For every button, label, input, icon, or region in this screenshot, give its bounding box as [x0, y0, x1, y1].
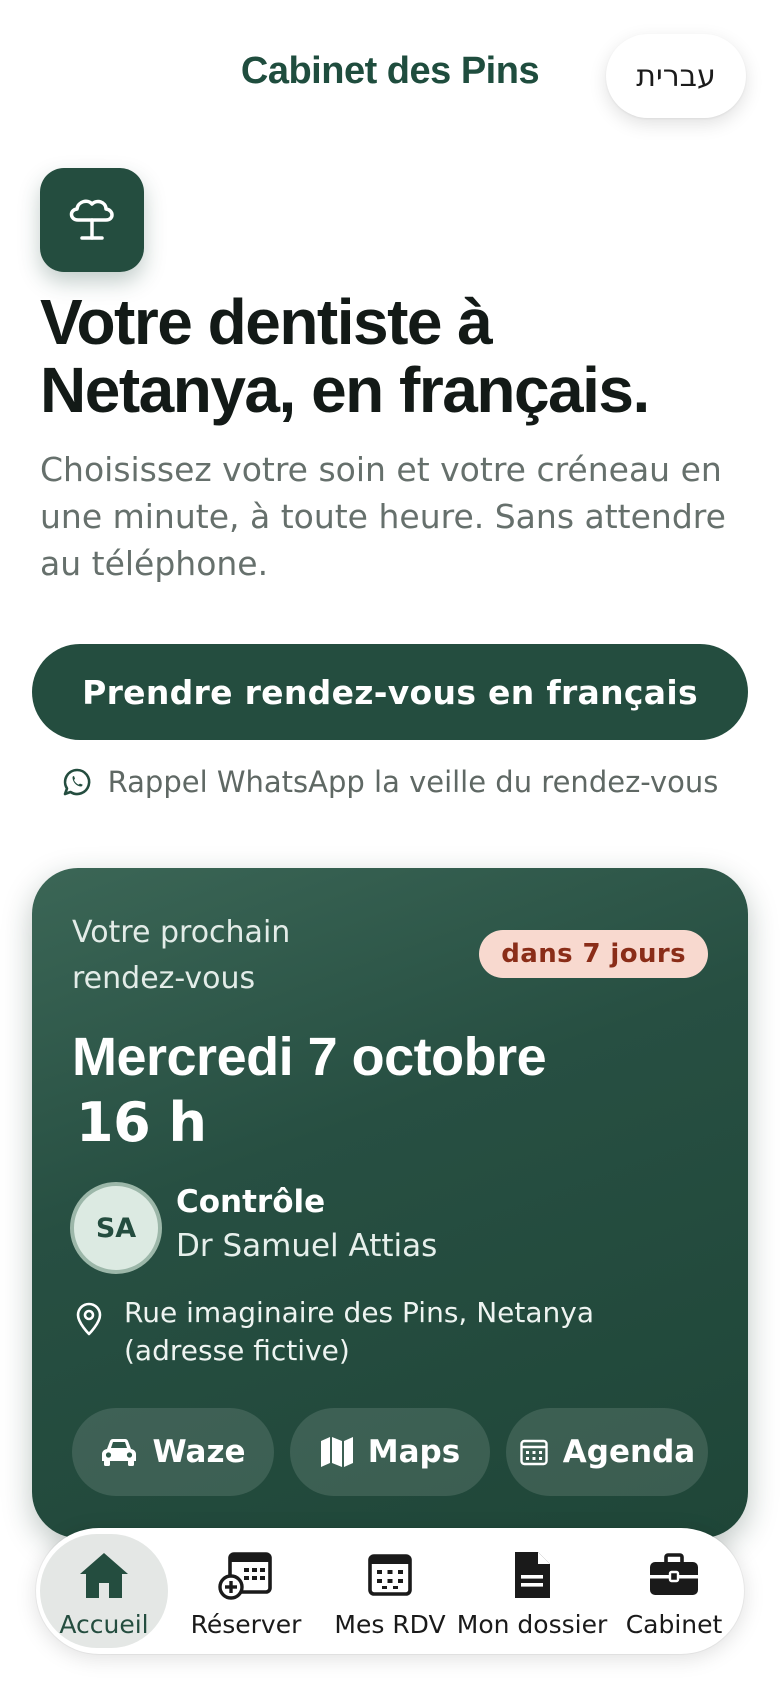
maps-button[interactable]: Maps	[290, 1408, 490, 1496]
nav-item-reserver[interactable]: Réserver	[182, 1534, 310, 1648]
nav-label-accueil: Accueil	[59, 1610, 149, 1639]
home-icon	[80, 1553, 128, 1598]
book-appointment-button[interactable]: Prendre rendez-vous en français	[32, 644, 748, 740]
appointment-date: Mercredi 7 octobre	[72, 1027, 547, 1087]
location-pin-icon	[76, 1302, 102, 1336]
nav-item-mon-dossier[interactable]: Mon dossier	[457, 1534, 607, 1648]
whatsapp-reminder: Rappel WhatsApp la veille du rendez-vous	[0, 762, 780, 802]
nav-label-mon-dossier: Mon dossier	[456, 1610, 608, 1639]
agenda-label: Agenda	[562, 1434, 696, 1470]
top-bar: Cabinet des Pins עברית	[0, 0, 780, 160]
hero-title: Votre dentiste à Netanya, en français.	[40, 286, 650, 426]
whatsapp-icon	[63, 768, 91, 796]
countdown-badge: dans 7 jours	[479, 930, 708, 978]
calendar-icon	[368, 1554, 412, 1596]
reminder-text: Rappel WhatsApp la veille du rendez-vous	[107, 765, 719, 799]
appointment-datetime: Mercredi 7 octobre 16 h	[72, 1024, 712, 1156]
maps-label: Maps	[367, 1434, 461, 1470]
tree-icon	[69, 199, 114, 240]
waze-button[interactable]: Waze	[72, 1408, 274, 1496]
appointment-time: 16 h	[76, 1091, 207, 1154]
document-icon	[515, 1552, 550, 1598]
appointment-service: Contrôle	[176, 1184, 326, 1220]
nav-item-accueil[interactable]: Accueil	[40, 1534, 168, 1648]
clinic-address: Rue imaginaire des Pins, Netanya (adress…	[124, 1296, 594, 1367]
add-to-calendar-button[interactable]: Agenda	[506, 1408, 708, 1496]
nav-label-reserver: Réserver	[190, 1610, 302, 1639]
map-icon	[320, 1437, 353, 1467]
doctor-name: Dr Samuel Attias	[176, 1228, 438, 1264]
next-appointment-card[interactable]: Votre prochain rendez-vous dans 7 jours …	[32, 868, 748, 1538]
clinic-logo	[40, 168, 144, 272]
hero-subtitle: Choisissez votre soin et votre créneau e…	[40, 450, 726, 583]
language-switch-button[interactable]: עברית	[606, 34, 746, 118]
nav-label-mes-rdv: Mes RDV	[334, 1610, 446, 1639]
waze-label: Waze	[152, 1434, 246, 1470]
avatar: SA	[70, 1182, 162, 1274]
nav-label-cabinet: Cabinet	[625, 1610, 723, 1639]
nav-item-cabinet[interactable]: Cabinet	[610, 1534, 738, 1648]
calendar-icon	[520, 1439, 548, 1466]
appointment-label: Votre prochain rendez-vous	[72, 915, 291, 996]
briefcase-icon	[650, 1553, 698, 1595]
calendar-plus-icon	[218, 1552, 272, 1600]
bottom-navigation: Accueil Réserver Mes RDV Mon dossier Cab…	[36, 1528, 744, 1654]
car-icon	[102, 1439, 137, 1466]
nav-item-mes-rdv[interactable]: Mes RDV	[326, 1534, 454, 1648]
